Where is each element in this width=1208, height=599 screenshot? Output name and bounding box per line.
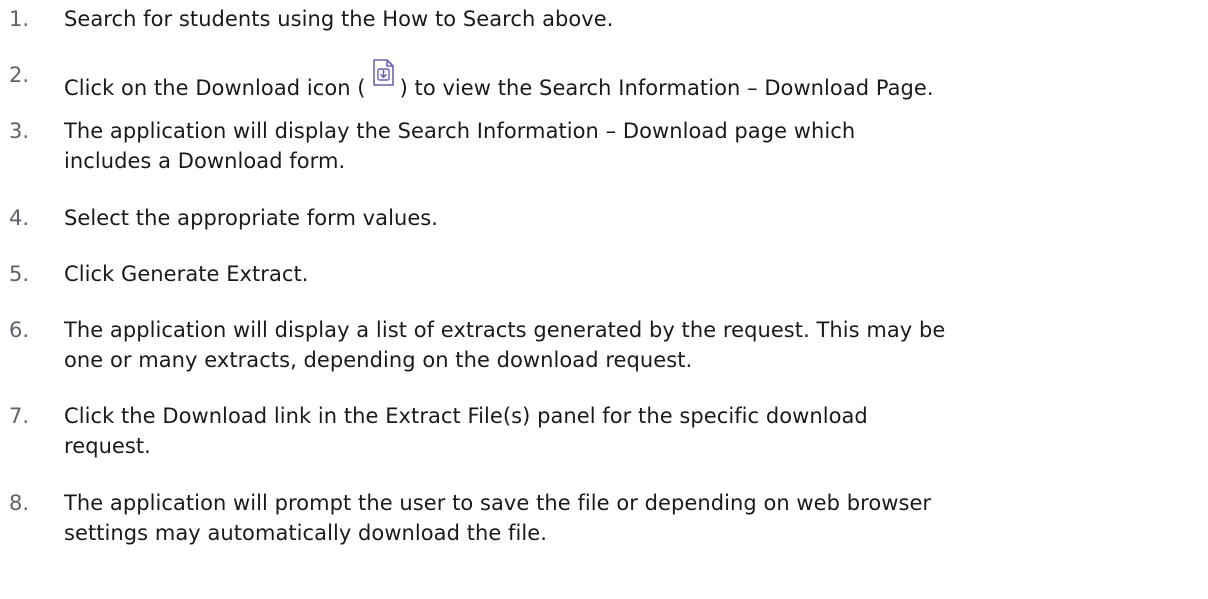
step-text: Search for students using the How to Sea… [64,7,614,31]
step-text-line-1: The application will display the Search … [64,119,856,143]
step-text-line-2: includes a Download form. [64,149,346,173]
step-number: 4. [9,206,30,230]
step-text-line-1: The application will display a list of e… [64,318,946,342]
step-text-after-icon: ) to view the Search Information – Downl… [399,76,934,100]
step-text-before-icon: Click on the Download icon ( [64,76,366,100]
step-number: 2. [9,63,30,87]
step-number: 5. [9,262,30,286]
step-text: Select the appropriate form values. [64,206,439,230]
download-icon [369,58,397,86]
step-number: 7. [9,404,30,428]
step-text-line-1: The application will prompt the user to … [64,491,932,515]
step-text-line-2: one or many extracts, depending on the d… [64,348,693,372]
step-text-line-2: settings may automatically download the … [64,521,547,545]
step-text-line-1: Click the Download link in the Extract F… [64,404,868,428]
step-number: 3. [9,119,30,143]
step-number: 1. [9,7,30,31]
step-number: 6. [9,318,30,342]
step-text-line-2: request. [64,434,151,458]
step-text: Click on the Download icon ( ) to view t… [64,58,1204,105]
step-number: 8. [9,491,30,515]
step-text: Click Generate Extract. [64,262,309,286]
